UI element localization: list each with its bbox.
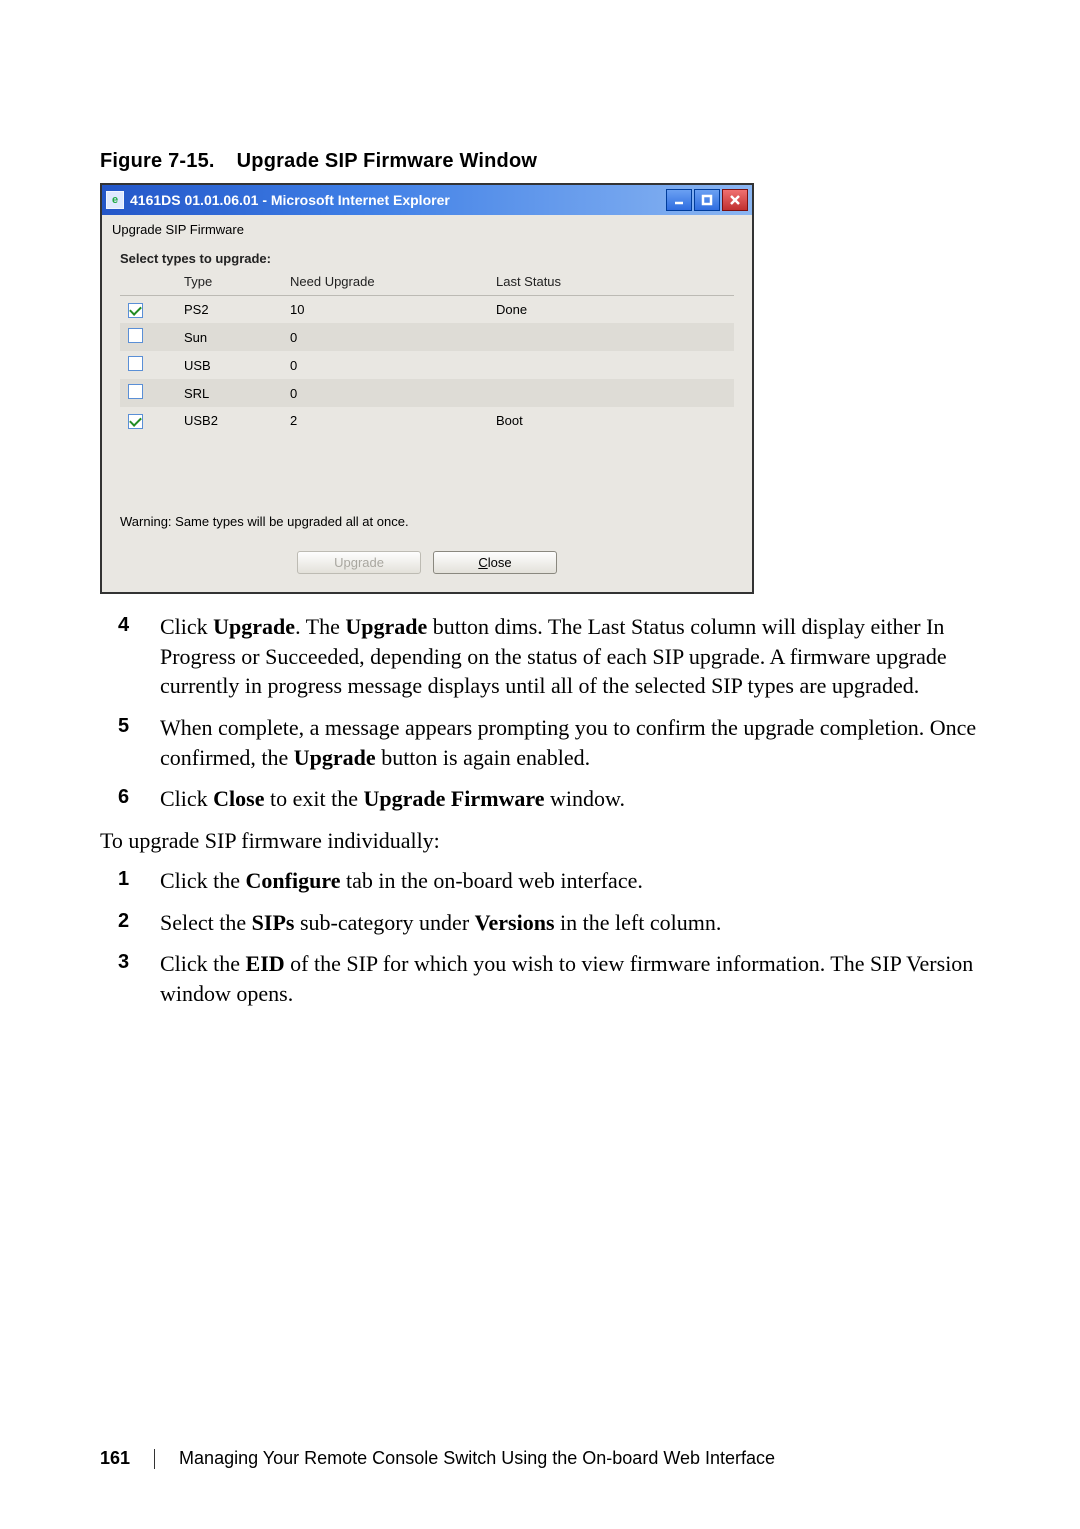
ie-window: 4161DS 01.01.06.01 - Microsoft Internet …: [100, 183, 754, 594]
window-titlebar: 4161DS 01.01.06.01 - Microsoft Internet …: [102, 185, 752, 215]
minimize-icon: [673, 194, 685, 206]
minimize-button[interactable]: [666, 189, 692, 211]
step-number: 4: [118, 612, 129, 639]
step-number: 3: [118, 949, 129, 976]
maximize-icon: [701, 194, 713, 206]
row-checkbox[interactable]: [128, 303, 143, 318]
step-5: 5 When complete, a message appears promp…: [100, 713, 980, 772]
button-row: Upgrade Close: [102, 551, 752, 574]
cell-type: SRL: [176, 379, 282, 407]
col-status-header: Last Status: [488, 268, 734, 296]
upgrade-button[interactable]: Upgrade: [297, 551, 421, 574]
step-1: 1 Click the Configure tab in the on-boar…: [100, 866, 980, 896]
page-footer: 161 Managing Your Remote Console Switch …: [100, 1448, 980, 1469]
table-row: PS210Done: [120, 296, 734, 324]
panel-title: Upgrade SIP Firmware: [102, 215, 752, 251]
cell-need-upgrade: 0: [282, 379, 488, 407]
row-checkbox[interactable]: [128, 414, 143, 429]
cell-need-upgrade: 0: [282, 351, 488, 379]
window-title: 4161DS 01.01.06.01 - Microsoft Internet …: [130, 192, 450, 208]
step-number: 1: [118, 866, 129, 893]
cell-need-upgrade: 2: [282, 407, 488, 434]
cell-type: USB: [176, 351, 282, 379]
step-6: 6 Click Close to exit the Upgrade Firmwa…: [100, 784, 980, 814]
cell-type: Sun: [176, 323, 282, 351]
col-need-header: Need Upgrade: [282, 268, 488, 296]
table-row: USB0: [120, 351, 734, 379]
step-number: 5: [118, 713, 129, 740]
row-checkbox[interactable]: [128, 328, 143, 343]
col-check-header: [120, 268, 176, 296]
row-checkbox[interactable]: [128, 384, 143, 399]
select-types-label: Select types to upgrade:: [102, 251, 752, 266]
sip-table: Type Need Upgrade Last Status PS210DoneS…: [120, 268, 734, 434]
ie-logo-icon: [106, 191, 124, 209]
cell-last-status: [488, 379, 734, 407]
cell-type: USB2: [176, 407, 282, 434]
figure-title: Upgrade SIP Firmware Window: [237, 150, 537, 172]
col-type-header: Type: [176, 268, 282, 296]
step-3: 3 Click the EID of the SIP for which you…: [100, 949, 980, 1008]
close-dialog-button[interactable]: Close: [433, 551, 557, 574]
table-row: USB22Boot: [120, 407, 734, 434]
row-checkbox[interactable]: [128, 356, 143, 371]
footer-divider: [154, 1449, 155, 1469]
cell-last-status: Boot: [488, 407, 734, 434]
table-row: Sun0: [120, 323, 734, 351]
cell-last-status: [488, 323, 734, 351]
page-number: 161: [100, 1448, 130, 1469]
table-row: SRL0: [120, 379, 734, 407]
cell-type: PS2: [176, 296, 282, 324]
maximize-button[interactable]: [694, 189, 720, 211]
cell-need-upgrade: 0: [282, 323, 488, 351]
cell-last-status: Done: [488, 296, 734, 324]
prose-block-1: 4 Click Upgrade. The Upgrade button dims…: [100, 612, 980, 1009]
close-icon: [729, 194, 741, 206]
step-number: 2: [118, 908, 129, 935]
figure-number: Figure 7-15.: [100, 150, 215, 172]
warning-text: Warning: Same types will be upgraded all…: [102, 514, 752, 551]
close-button[interactable]: [722, 189, 748, 211]
figure-caption: Figure 7-15. Upgrade SIP Firmware Window: [100, 150, 980, 173]
window-body: Upgrade SIP Firmware Select types to upg…: [102, 215, 752, 592]
step-2: 2 Select the SIPs sub-category under Ver…: [100, 908, 980, 938]
step-4: 4 Click Upgrade. The Upgrade button dims…: [100, 612, 980, 701]
footer-text: Managing Your Remote Console Switch Usin…: [179, 1448, 775, 1469]
lead-paragraph: To upgrade SIP firmware individually:: [100, 826, 980, 856]
cell-last-status: [488, 351, 734, 379]
cell-need-upgrade: 10: [282, 296, 488, 324]
step-number: 6: [118, 784, 129, 811]
sip-table-wrap: Type Need Upgrade Last Status PS210DoneS…: [102, 266, 752, 514]
